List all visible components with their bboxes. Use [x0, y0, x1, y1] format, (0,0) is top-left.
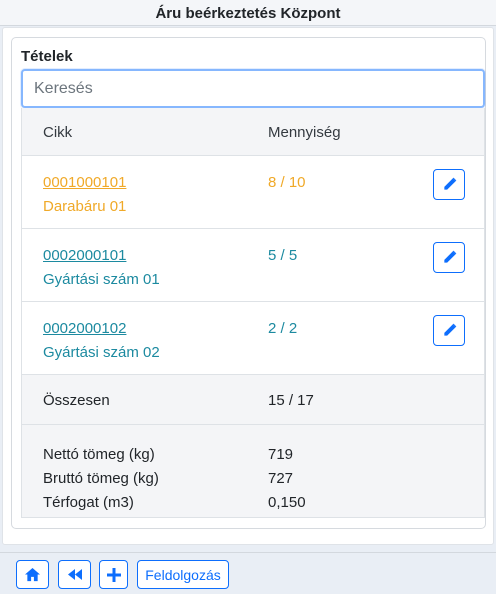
pencil-icon	[443, 250, 456, 263]
item-quantity: 2 / 2	[268, 320, 298, 337]
edit-button[interactable]	[433, 242, 465, 273]
total-label: Összesen	[43, 392, 110, 409]
page-title: Áru beérkeztetés Központ	[0, 0, 496, 26]
item-code-link[interactable]: 0002000101	[43, 247, 126, 264]
plus-icon	[106, 567, 121, 582]
home-button[interactable]	[16, 560, 49, 589]
fast-backward-icon	[67, 569, 82, 580]
item-code-link[interactable]: 0002000102	[43, 320, 126, 337]
stat-value: 719	[268, 446, 294, 463]
home-icon	[25, 567, 40, 582]
item-quantity: 5 / 5	[268, 247, 298, 264]
items-panel: Tételek Cikk Mennyiség 0001000101 Darabá…	[11, 37, 486, 529]
column-header-quantity: Mennyiség	[268, 124, 341, 141]
search-input[interactable]	[21, 69, 485, 108]
back-button[interactable]	[58, 560, 91, 589]
edit-button[interactable]	[433, 169, 465, 200]
item-name: Gyártási szám 01	[43, 271, 160, 288]
item-code-link[interactable]: 0001000101	[43, 174, 126, 191]
item-name: Gyártási szám 02	[43, 344, 160, 361]
column-header-item: Cikk	[43, 124, 73, 141]
add-button[interactable]	[99, 560, 128, 589]
table-row: 0002000101 Gyártási szám 01 5 / 5	[22, 229, 484, 302]
pencil-icon	[443, 323, 456, 336]
stat-net-weight: Nettó tömeg (kg) 719	[22, 446, 484, 470]
stat-value: 727	[268, 470, 294, 487]
process-button[interactable]: Feldolgozás	[137, 560, 229, 589]
stat-value: 0,150	[268, 494, 306, 511]
total-row: Összesen 15 / 17	[22, 375, 484, 425]
edit-button[interactable]	[433, 315, 465, 346]
stat-volume: Térfogat (m3) 0,150	[22, 494, 484, 518]
total-value: 15 / 17	[268, 392, 314, 409]
section-title: Tételek	[21, 48, 73, 65]
stat-label: Nettó tömeg (kg)	[43, 446, 155, 463]
process-button-label: Feldolgozás	[145, 566, 221, 583]
summary-stats: Nettó tömeg (kg) 719 Bruttó tömeg (kg) 7…	[22, 425, 484, 517]
item-quantity: 8 / 10	[268, 174, 306, 191]
table-header: Cikk Mennyiség	[22, 108, 484, 156]
pencil-icon	[443, 177, 456, 190]
stat-gross-weight: Bruttó tömeg (kg) 727	[22, 470, 484, 494]
table-row: 0002000102 Gyártási szám 02 2 / 2	[22, 302, 484, 375]
items-table: Cikk Mennyiség 0001000101 Darabáru 01 8 …	[21, 108, 485, 518]
bottom-toolbar: Feldolgozás	[0, 552, 496, 594]
table-row: 0001000101 Darabáru 01 8 / 10	[22, 156, 484, 229]
stat-label: Térfogat (m3)	[43, 494, 134, 511]
item-name: Darabáru 01	[43, 198, 127, 215]
main-card: Tételek Cikk Mennyiség 0001000101 Darabá…	[2, 27, 494, 545]
stat-label: Bruttó tömeg (kg)	[43, 470, 159, 487]
